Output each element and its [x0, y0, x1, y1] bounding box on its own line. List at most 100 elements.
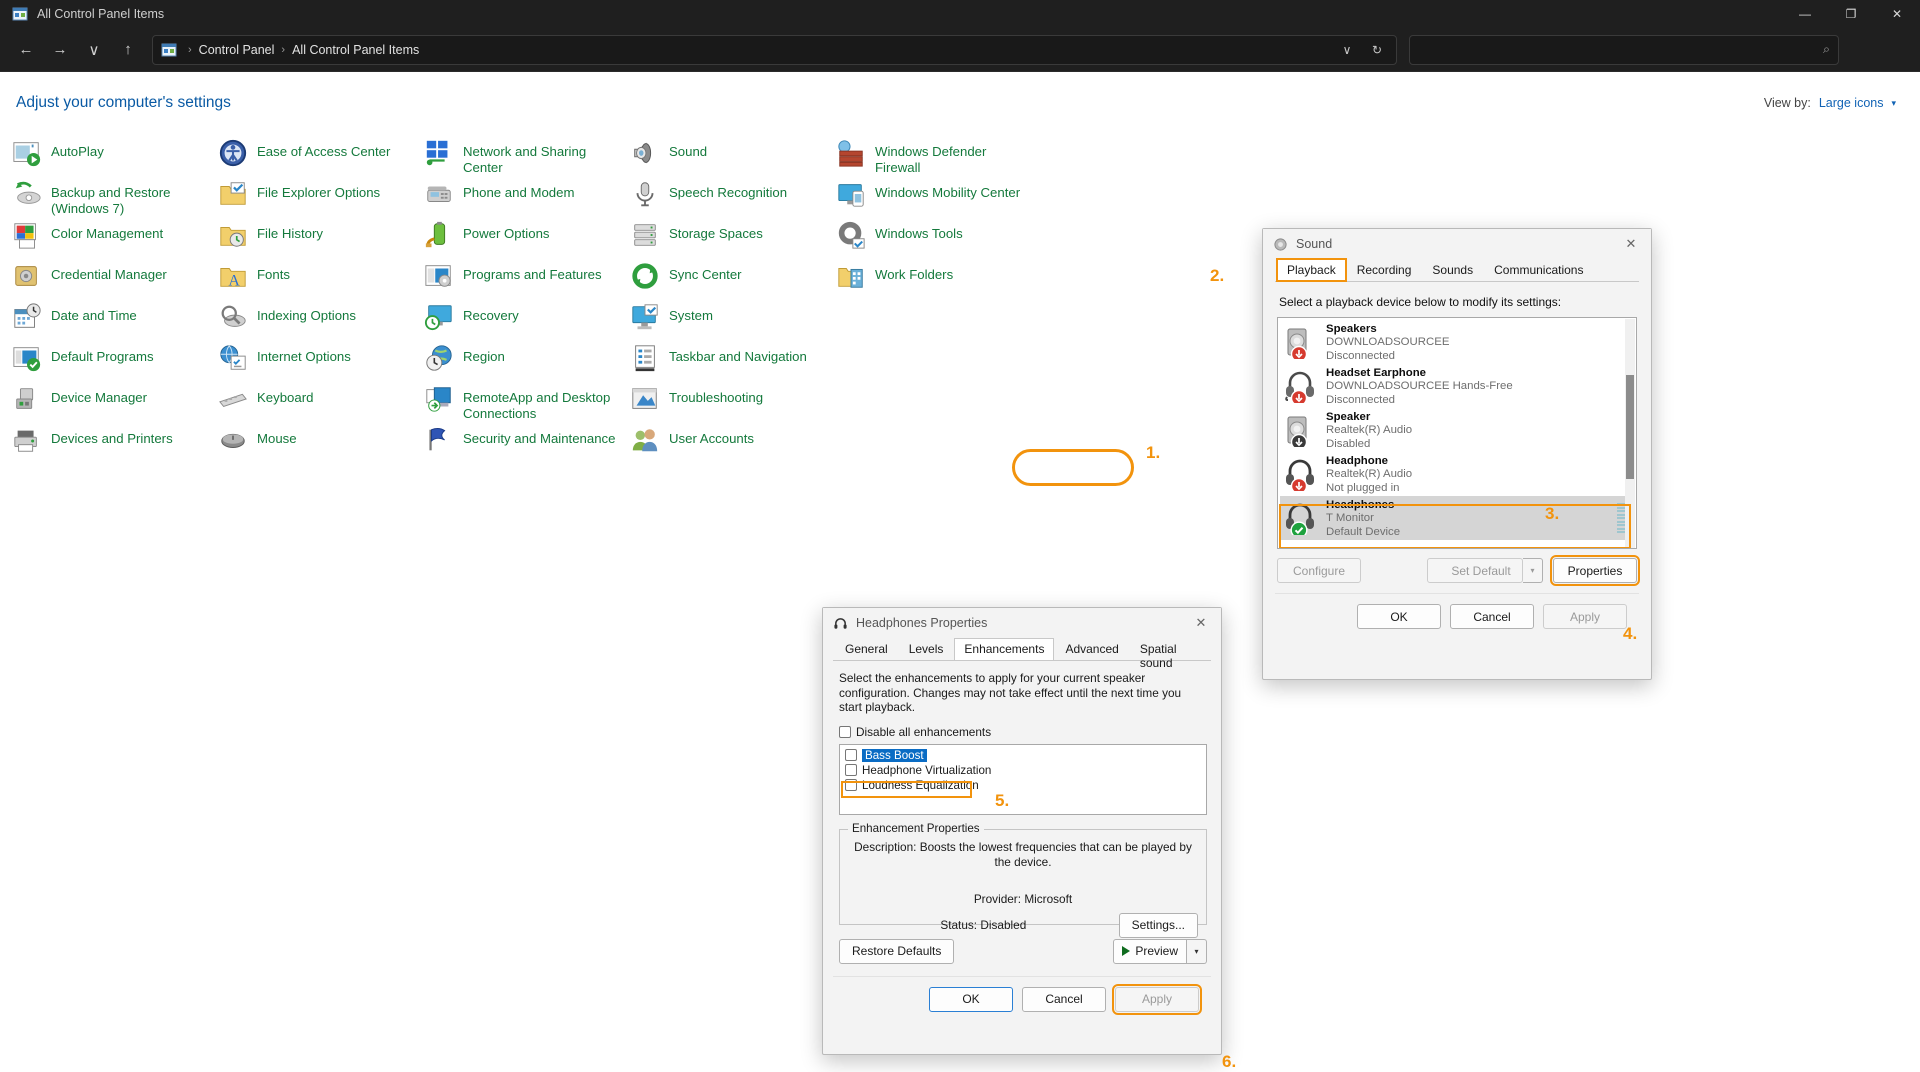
tab-enhancements[interactable]: Enhancements [954, 638, 1055, 660]
enhancement-checkbox[interactable] [845, 749, 857, 761]
refresh-icon[interactable]: ↻ [1364, 38, 1390, 62]
sound-ok-button[interactable]: OK [1357, 604, 1441, 629]
control-panel-item-fonts[interactable]: A Fonts [214, 261, 420, 302]
control-panel-item-windows-tools[interactable]: Windows Tools [832, 220, 1038, 261]
maximize-button[interactable]: ❐ [1828, 0, 1874, 28]
enhancement-item[interactable]: Bass Boost [843, 748, 1203, 763]
tab-general[interactable]: General [835, 638, 898, 660]
enhancement-checkbox[interactable] [845, 779, 857, 791]
control-panel-item-sound[interactable]: Sound [626, 138, 832, 179]
control-panel-item-power-options[interactable]: Power Options [420, 220, 626, 261]
preview-caret-icon[interactable]: ▾ [1187, 938, 1207, 964]
address-dropdown-icon[interactable]: ∨ [1334, 38, 1360, 62]
control-panel-item-region[interactable]: Region [420, 343, 626, 384]
control-panel-item-backup-and-restore-windows-7[interactable]: Backup and Restore (Windows 7) [8, 179, 214, 220]
set-default-caret-icon[interactable]: ▾ [1523, 558, 1543, 583]
device-list-scrollbar[interactable] [1625, 319, 1635, 548]
search-box[interactable]: ⌕ [1409, 34, 1839, 65]
close-button[interactable]: ✕ [1874, 0, 1920, 28]
settings-button[interactable]: Settings... [1118, 912, 1198, 938]
restore-defaults-button[interactable]: Restore Defaults [839, 938, 955, 964]
sound-apply-button[interactable]: Apply [1543, 604, 1627, 629]
sound-dialog-footer: OK Cancel Apply [1275, 593, 1639, 629]
control-panel-item-indexing-options[interactable]: Indexing Options [214, 302, 420, 343]
tab-levels[interactable]: Levels [899, 638, 954, 660]
breadcrumb-control-panel[interactable]: Control Panel [199, 43, 275, 57]
tab-spatial-sound[interactable]: Spatial sound [1130, 638, 1210, 670]
control-panel-item-network-and-sharing-center[interactable]: Network and Sharing Center [420, 138, 626, 179]
control-panel-item-internet-options[interactable]: Internet Options [214, 343, 420, 384]
up-button[interactable]: ↑ [112, 34, 144, 66]
playback-device-list[interactable]: Speakers DOWNLOADSOURCEE Disconnected Heads… [1277, 317, 1637, 549]
control-panel-item-devices-and-printers[interactable]: Devices and Printers [8, 425, 214, 466]
control-panel-item-autoplay[interactable]: AutoPlay [8, 138, 214, 179]
control-panel-item-work-folders[interactable]: Work Folders [832, 261, 1038, 302]
forward-button[interactable]: → [44, 34, 76, 66]
enhancement-item[interactable]: Headphone Virtualization [843, 763, 1203, 778]
playback-device-row[interactable]: Headset Earphone DOWNLOADSOURCEE Hands-Fr… [1280, 364, 1634, 408]
control-panel-item-color-management[interactable]: Color Management [8, 220, 214, 261]
tab-recording[interactable]: Recording [1347, 259, 1422, 281]
control-panel-item-file-explorer-options[interactable]: File Explorer Options [214, 179, 420, 220]
scrollbar-thumb[interactable] [1626, 375, 1634, 479]
back-button[interactable]: ← [10, 34, 42, 66]
set-default-button[interactable]: Set Default [1427, 558, 1523, 583]
props-dialog-close-icon[interactable]: ✕ [1187, 611, 1215, 635]
playback-device-row[interactable]: Speaker Realtek(R) Audio Disabled [1280, 408, 1634, 452]
control-panel-item-storage-spaces[interactable]: Storage Spaces [626, 220, 832, 261]
enhancement-item[interactable]: Loudness Equalization [843, 778, 1203, 793]
props-apply-button[interactable]: Apply [1112, 983, 1202, 1015]
tab-sounds[interactable]: Sounds [1422, 259, 1483, 281]
control-panel-item-keyboard[interactable]: Keyboard [214, 384, 420, 425]
control-panel-item-user-accounts[interactable]: User Accounts [626, 425, 832, 466]
address-bar[interactable]: › Control Panel › All Control Panel Item… [152, 34, 1397, 65]
properties-button[interactable]: Properties [1550, 555, 1640, 586]
control-panel-item-windows-defender-firewall[interactable]: Windows Defender Firewall [832, 138, 1038, 179]
props-ok-button[interactable]: OK [929, 986, 1013, 1012]
playback-device-row[interactable]: Speakers DOWNLOADSOURCEE Disconnected [1280, 320, 1634, 364]
disable-all-checkbox[interactable] [839, 725, 851, 738]
control-panel-item-system[interactable]: System [626, 302, 832, 343]
tab-playback[interactable]: Playback [1276, 258, 1347, 282]
control-panel-item-sync-center[interactable]: Sync Center [626, 261, 832, 302]
props-dialog-tabs: General Levels Enhancements Advanced Spatial… [833, 638, 1211, 670]
control-panel-item-phone-and-modem[interactable]: Phone and Modem [420, 179, 626, 220]
playback-device-row[interactable]: Headphone Realtek(R) Audio Not plugged in [1280, 452, 1634, 496]
control-panel-item-programs-and-features[interactable]: Programs and Features [420, 261, 626, 302]
control-panel-item-ease-of-access-center[interactable]: Ease of Access Center [214, 138, 420, 179]
control-panel-item-troubleshooting[interactable]: Troubleshooting [626, 384, 832, 425]
preview-button[interactable]: Preview [1113, 938, 1187, 964]
set-default-split-button[interactable]: Set Default ▾ [1427, 558, 1543, 583]
minimize-button[interactable]: — [1782, 0, 1828, 28]
sound-dialog-close-icon[interactable]: ✕ [1617, 232, 1645, 256]
control-panel-item-taskbar-and-navigation[interactable]: Taskbar and Navigation [626, 343, 832, 384]
control-panel-item-file-history[interactable]: File History [214, 220, 420, 261]
chevron-down-icon[interactable]: ▾ [1891, 98, 1896, 109]
disable-all-enhancements-row[interactable]: Disable all enhancements [839, 725, 1211, 739]
control-panel-item-recovery[interactable]: Recovery [420, 302, 626, 343]
control-panel-item-device-manager[interactable]: Device Manager [8, 384, 214, 425]
control-panel-item-windows-mobility-center[interactable]: Windows Mobility Center [832, 179, 1038, 220]
view-by-value[interactable]: Large icons [1819, 96, 1884, 110]
enhancements-list[interactable]: Bass Boost Headphone Virtualization Loudne… [839, 743, 1207, 815]
control-panel-item-default-programs[interactable]: Default Programs [8, 343, 214, 384]
control-panel-item-date-and-time[interactable]: Date and Time [8, 302, 214, 343]
control-panel-item-security-and-maintenance[interactable]: Security and Maintenance [420, 425, 626, 466]
control-panel-item-remoteapp-and-desktop-connections[interactable]: RemoteApp and Desktop Connections [420, 384, 626, 425]
grid-empty-cell [832, 343, 1038, 384]
control-panel-item-mouse[interactable]: Mouse [214, 425, 420, 466]
recent-locations-button[interactable]: ∨ [78, 34, 110, 66]
sound-cancel-button[interactable]: Cancel [1450, 604, 1534, 629]
tab-communications[interactable]: Communications [1484, 259, 1593, 281]
control-panel-item-speech-recognition[interactable]: Speech Recognition [626, 179, 832, 220]
enhancement-checkbox[interactable] [845, 764, 857, 776]
device-status: Not plugged in [1326, 481, 1400, 494]
preview-split-button[interactable]: Preview ▾ [1113, 938, 1207, 964]
configure-button[interactable]: Configure [1277, 558, 1361, 583]
tab-advanced[interactable]: Advanced [1055, 638, 1128, 660]
control-panel-item-credential-manager[interactable]: Credential Manager [8, 261, 214, 302]
breadcrumb-all-items[interactable]: All Control Panel Items [292, 43, 419, 57]
playback-device-row[interactable]: Headphones T Monitor Default Device [1280, 496, 1634, 540]
props-cancel-button[interactable]: Cancel [1022, 986, 1106, 1012]
device-name: Headset Earphone [1326, 366, 1427, 379]
